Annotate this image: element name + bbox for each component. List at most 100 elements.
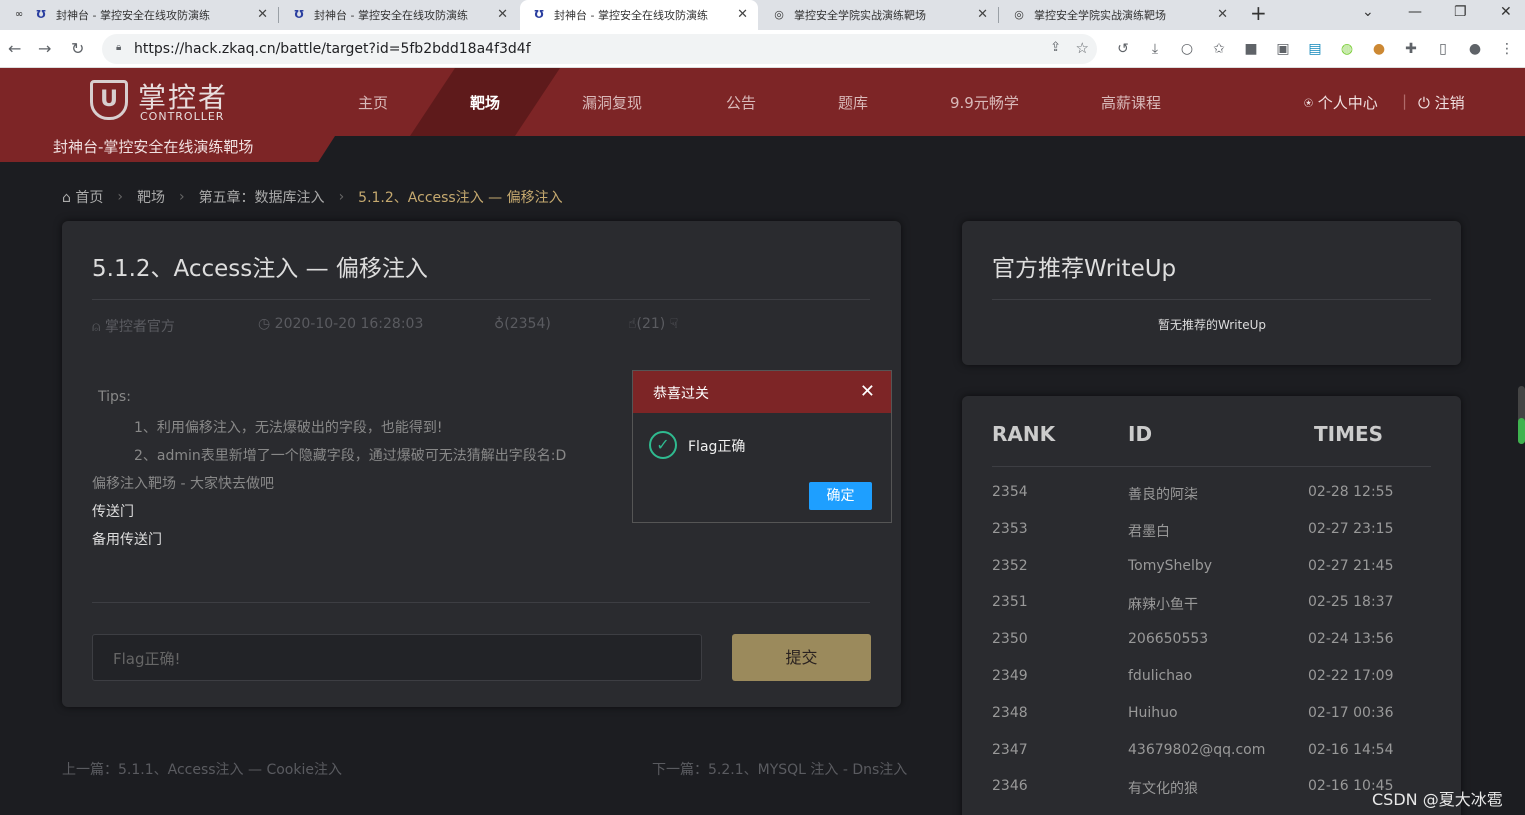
dialog-message: Flag正确	[688, 439, 746, 455]
nav-home[interactable]: 主页	[358, 92, 388, 113]
extension-icon[interactable]: ■	[1242, 40, 1260, 58]
extension-circle-icon[interactable]: ○	[1178, 40, 1196, 58]
breadcrumb-item[interactable]: 靶场	[137, 187, 165, 207]
site-subheader: 封神台-掌控安全在线演练靶场	[0, 136, 335, 162]
shield-logo-icon: U	[90, 80, 128, 120]
forward-icon[interactable]: →	[38, 39, 51, 58]
back-icon[interactable]: ←	[8, 39, 21, 58]
window-close-icon[interactable]: ✕	[1500, 4, 1512, 20]
close-tab-icon[interactable]: ✕	[977, 7, 988, 22]
nav-question-bank[interactable]: 题库	[838, 92, 868, 113]
breadcrumb-home[interactable]: ⌂ 首页	[62, 187, 103, 207]
author-meta: ⍝ 掌控者官方	[92, 316, 175, 336]
rank-number: 2347	[992, 741, 1028, 758]
url-input[interactable]: 🔒︎ https://hack.zkaq.cn/battle/target?id…	[102, 34, 1097, 64]
cookie-icon[interactable]: ●	[1370, 40, 1388, 58]
nav-announcements[interactable]: 公告	[726, 92, 756, 113]
user-center-link[interactable]: ⍟ 个人中心	[1304, 92, 1378, 113]
flag-input[interactable]: Flag正确!	[92, 634, 702, 681]
prev-article-link[interactable]: 上一篇：5.1.1、Access注入 — Cookie注入	[62, 759, 342, 779]
rank-time: 02-17 00:36	[1308, 704, 1394, 721]
breadcrumb-separator: ›	[178, 189, 185, 205]
favorites-icon[interactable]: ✩	[1210, 40, 1228, 58]
power-icon: ⏻	[1418, 94, 1430, 112]
sidebar-icon[interactable]: ▯	[1434, 40, 1452, 58]
puzzle-icon[interactable]: ✚	[1402, 40, 1420, 58]
breadcrumb-home-label: 首页	[75, 190, 104, 206]
site-subtitle: 封神台-掌控安全在线演练靶场	[53, 138, 254, 156]
browser-tab-active[interactable]: Ʊ 封神台 - 掌控安全在线攻防演练 ✕	[520, 0, 758, 30]
site-logo[interactable]: U 掌控者 CONTROLLER	[90, 76, 240, 123]
globe-icon: ◎	[1014, 8, 1024, 21]
rank-user-id: 麻辣小鱼干	[1128, 597, 1198, 614]
portal-link[interactable]: 传送门	[92, 501, 134, 521]
chevron-down-icon[interactable]: ⌄	[1362, 4, 1374, 20]
divider	[92, 299, 870, 300]
scroll-thumb[interactable]	[1518, 418, 1525, 444]
close-tab-icon[interactable]: ✕	[257, 7, 268, 22]
logout-label: 注销	[1434, 94, 1465, 112]
submit-button[interactable]: 提交	[732, 634, 871, 681]
rank-user-id: TomyShelby	[1128, 557, 1213, 574]
nav-range[interactable]: 靶场	[470, 92, 500, 113]
next-article-link[interactable]: 下一篇：5.2.1、MYSQL 注入 - Dns注入	[652, 759, 907, 779]
user-center-label: 个人中心	[1317, 94, 1378, 112]
rank-number: 2353	[992, 520, 1028, 537]
close-icon[interactable]: ✕	[860, 381, 875, 402]
breadcrumb-separator: ›	[117, 189, 123, 205]
globe-icon: ◎	[774, 8, 784, 21]
ok-button[interactable]: 确定	[809, 482, 872, 510]
download-icon[interactable]: ⤓	[1146, 40, 1164, 58]
extension-icon[interactable]: ↺	[1114, 40, 1132, 58]
nav-courses[interactable]: 高薪课程	[1101, 92, 1161, 113]
close-tab-icon[interactable]: ✕	[737, 7, 748, 22]
writeup-card: 官方推荐WriteUp 暂无推荐的WriteUp	[962, 221, 1461, 365]
share-icon[interactable]: ⇪	[1050, 40, 1061, 55]
extension-icon[interactable]: ◍	[1338, 40, 1356, 58]
tab-divider	[998, 7, 999, 23]
backup-portal-link[interactable]: 备用传送门	[92, 529, 162, 549]
lock-icon: 🔒︎	[116, 42, 122, 53]
maximize-icon[interactable]: ❐	[1454, 4, 1467, 20]
rank-number: 2350	[992, 631, 1028, 648]
close-tab-icon[interactable]: ✕	[497, 7, 508, 22]
writeup-empty-text: 暂无推荐的WriteUp	[1157, 318, 1267, 332]
menu-icon[interactable]: ⋮	[1498, 40, 1516, 58]
close-tab-icon[interactable]: ✕	[1217, 7, 1228, 22]
date-meta: ◷ 2020-10-20 16:28:03	[258, 316, 423, 332]
shield-favicon-icon: Ʊ	[294, 8, 304, 21]
tip-line-1: 1、利用偏移注入，无法爆破出的字段，也能得到!	[134, 420, 443, 436]
breadcrumb-item[interactable]: 第五章：数据库注入	[199, 187, 325, 207]
scroll-indicator[interactable]	[1518, 386, 1525, 444]
rank-user-id: 善良的阿柒	[1128, 487, 1198, 503]
user-icon: ⍟	[1304, 94, 1314, 112]
profile-icon[interactable]: ●	[1466, 40, 1484, 58]
tip-line-3: 偏移注入靶场 - 大家快去做吧	[92, 476, 274, 492]
likes-meta[interactable]: ☝(21) ☟	[628, 316, 678, 332]
nav-promo[interactable]: 9.9元畅学	[950, 92, 1019, 113]
rank-number: 2349	[992, 668, 1028, 684]
browser-tab[interactable]: ◎ 掌控安全学院实战演练靶场 ✕	[760, 0, 998, 30]
tab-title: 掌控安全学院实战演练靶场	[794, 9, 926, 22]
rank-header-rank: RANK	[992, 422, 1056, 446]
logo-subtitle: CONTROLLER	[140, 110, 225, 123]
reload-icon[interactable]: ↻	[71, 39, 84, 58]
writeup-title: 官方推荐WriteUp	[992, 256, 1177, 282]
minimize-icon[interactable]: —	[1408, 4, 1422, 20]
view-count: (2354)	[504, 316, 551, 332]
browser-tab[interactable]: ◎ 掌控安全学院实战演练靶场 ✕	[1000, 0, 1238, 30]
thumbs-up-icon[interactable]: ☝	[628, 316, 637, 332]
breadcrumb-current: 5.1.2、Access注入 — 偏移注入	[358, 190, 563, 206]
rank-row: 2353 君墨白 02-27 23:15	[962, 521, 1462, 558]
extension-icon[interactable]: ▤	[1306, 40, 1324, 58]
browser-tab[interactable]: ∞ Ʊ 封神台 - 掌控安全在线攻防演练 ✕	[0, 0, 278, 30]
nav-vuln-repro[interactable]: 漏洞复现	[582, 92, 642, 113]
logout-link[interactable]: ⏻ 注销	[1418, 92, 1465, 113]
thumbs-down-icon[interactable]: ☟	[670, 316, 679, 332]
new-tab-button[interactable]: +	[1250, 1, 1267, 25]
browser-tab[interactable]: Ʊ 封神台 - 掌控安全在线攻防演练 ✕	[280, 0, 518, 30]
star-icon[interactable]: ☆	[1076, 39, 1089, 57]
rank-time: 02-28 12:55	[1308, 484, 1394, 500]
browser-tab-bar: ∞ Ʊ 封神台 - 掌控安全在线攻防演练 ✕ Ʊ 封神台 - 掌控安全在线攻防演…	[0, 0, 1525, 30]
extension-icon[interactable]: ▣	[1274, 40, 1292, 58]
